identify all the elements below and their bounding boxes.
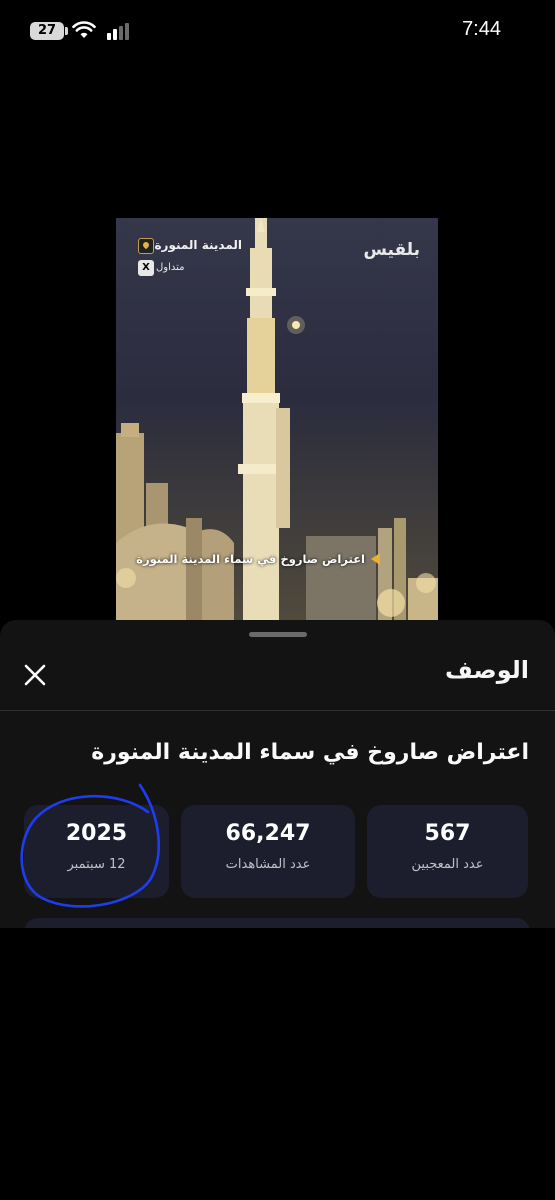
drag-handle[interactable] bbox=[249, 632, 307, 637]
video-player[interactable]: المدينة المنورة X متداول بلقيس اعتراض صا… bbox=[116, 218, 438, 622]
video-brand-logo: بلقيس bbox=[363, 240, 420, 260]
date-card: 2025 12 سبتمبر bbox=[24, 805, 169, 898]
next-card-partial bbox=[24, 918, 530, 928]
battery-icon: 27 bbox=[30, 22, 64, 40]
status-bar: 27 7:44 bbox=[0, 0, 555, 62]
description-text: اعتراض صاروخ في سماء المدينة المنورة bbox=[91, 740, 529, 765]
views-count: 66,247 bbox=[225, 821, 311, 846]
date-day-month: 12 سبتمبر bbox=[67, 857, 126, 872]
views-card: 66,247 عدد المشاهدات bbox=[181, 805, 355, 898]
likes-count: 567 bbox=[424, 821, 471, 846]
likes-card: 567 عدد المعجبين bbox=[367, 805, 528, 898]
caption-triangle-icon bbox=[371, 553, 380, 565]
battery-tip bbox=[65, 27, 68, 35]
video-caption: اعتراض صاروخ في سماء المدينة المنورة bbox=[136, 552, 380, 566]
divider bbox=[0, 710, 555, 711]
clock: 7:44 bbox=[462, 18, 501, 40]
x-logo-icon: X bbox=[138, 260, 154, 276]
sheet-title: الوصف bbox=[444, 656, 529, 684]
video-location-label: المدينة المنورة bbox=[154, 238, 242, 252]
location-pin-icon bbox=[138, 238, 154, 254]
video-caption-text: اعتراض صاروخ في سماء المدينة المنورة bbox=[136, 552, 365, 566]
video-trending-label: متداول bbox=[156, 262, 185, 273]
description-sheet: الوصف اعتراض صاروخ في سماء المدينة المنو… bbox=[0, 620, 555, 928]
close-button[interactable] bbox=[18, 658, 52, 692]
signal-icon bbox=[107, 23, 129, 40]
views-label: عدد المشاهدات bbox=[225, 857, 311, 872]
wifi-icon bbox=[72, 21, 96, 38]
date-year: 2025 bbox=[65, 821, 128, 846]
likes-label: عدد المعجبين bbox=[411, 857, 484, 872]
